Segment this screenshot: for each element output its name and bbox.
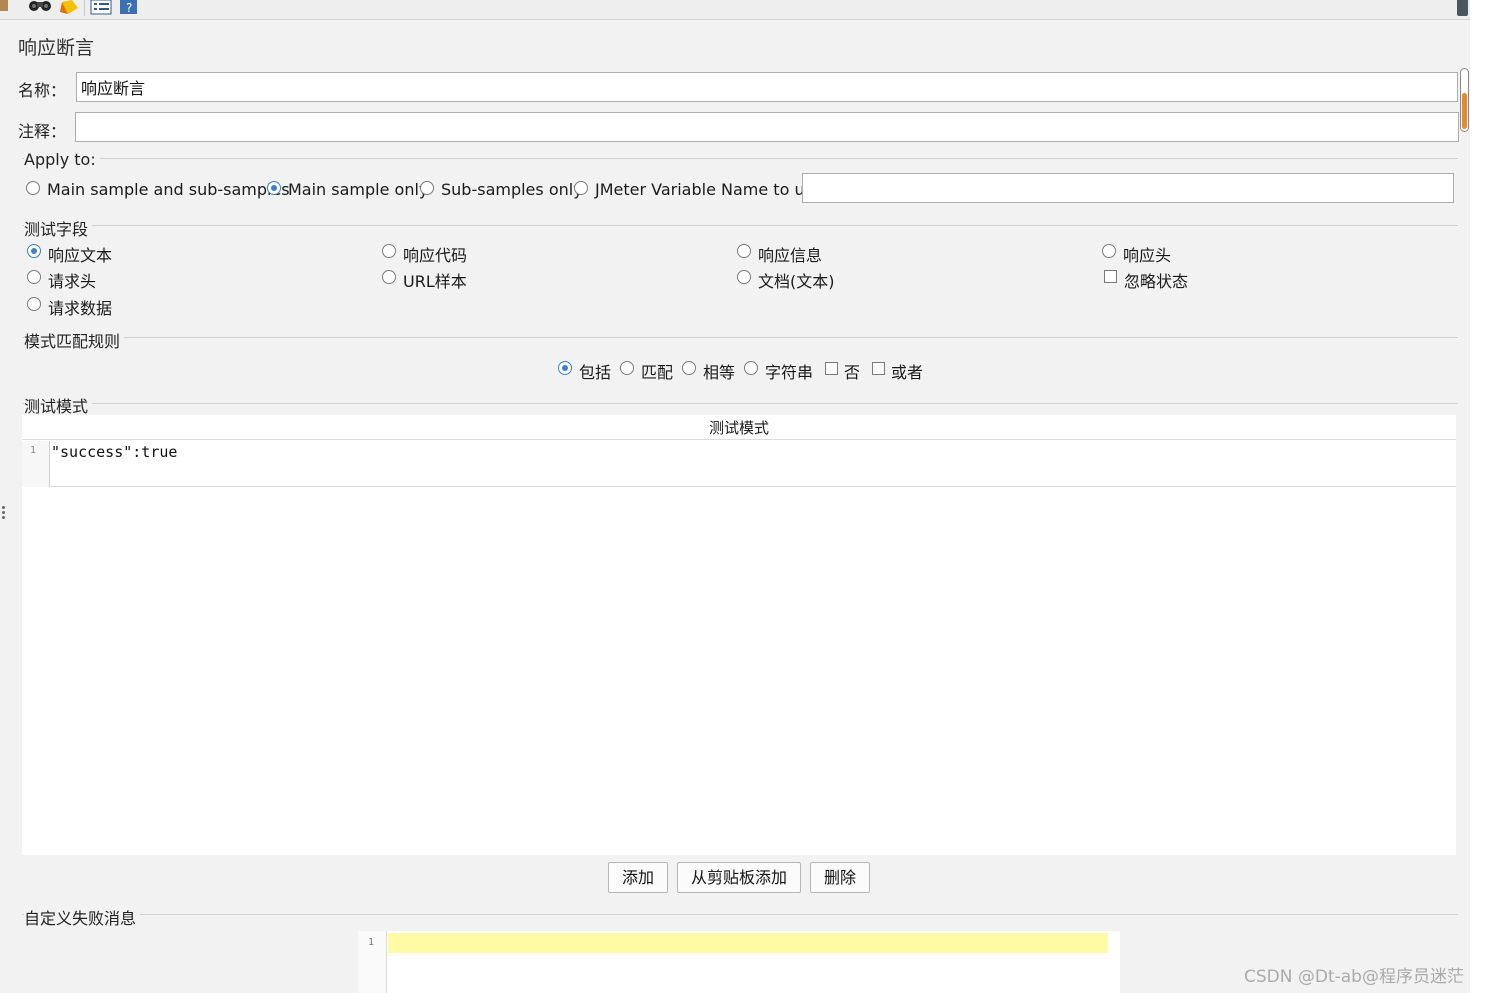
comment-label: 注释： (18, 122, 67, 141)
failure-message-editor[interactable]: 1 (358, 931, 1120, 993)
radio-substring[interactable] (744, 361, 758, 375)
radio-equals[interactable] (682, 361, 696, 375)
pattern-text[interactable]: "success":true (51, 443, 177, 461)
option-response-headers[interactable]: 响应头 (1123, 242, 1171, 266)
name-input[interactable] (77, 73, 1457, 101)
failure-message-gutter: 1 (358, 931, 387, 993)
jmeter-variable-input[interactable] (803, 174, 1453, 202)
splitter-handle[interactable] (2, 506, 5, 524)
test-field-title: 测试字段 (24, 216, 93, 240)
add-from-clipboard-button[interactable]: 从剪贴板添加 (677, 862, 801, 893)
option-ignore-status[interactable]: 忽略状态 (1124, 268, 1188, 292)
add-button[interactable]: 添加 (608, 862, 668, 893)
option-response-message[interactable]: 响应信息 (758, 242, 822, 266)
option-response-text[interactable]: 响应文本 (48, 242, 112, 266)
radio-main-and-sub-samples[interactable] (26, 181, 40, 195)
pattern-line-number: 1 (30, 445, 37, 456)
checkbox-not[interactable] (825, 362, 838, 375)
option-url-sampled[interactable]: URL样本 (403, 268, 467, 292)
radio-matches[interactable] (620, 361, 634, 375)
failure-message-current-line[interactable] (388, 933, 1108, 953)
help-icon[interactable]: ? (120, 0, 138, 15)
toolbar: ? (0, 0, 1470, 20)
option-sub-samples-only[interactable]: Sub-samples only (441, 180, 583, 199)
option-request-headers[interactable]: 请求头 (48, 268, 96, 292)
response-assertion-panel: ? 响应断言 名称： 注释： Apply to: Main sample and… (0, 0, 1470, 993)
window-corner-icon (1457, 0, 1468, 16)
patterns-divider (22, 403, 1458, 404)
test-field-divider (22, 225, 1458, 226)
radio-contains[interactable] (558, 361, 572, 375)
option-or[interactable]: 或者 (891, 359, 923, 383)
name-label: 名称： (18, 81, 67, 100)
failure-message-line-number: 1 (368, 937, 375, 948)
patterns-title: 测试模式 (24, 393, 93, 417)
match-rules-title: 模式匹配规则 (24, 328, 125, 352)
radio-request-headers[interactable] (27, 270, 41, 284)
scrollbar-thumb[interactable] (1462, 93, 1467, 129)
failure-message-title: 自定义失败消息 (24, 905, 141, 929)
option-response-code[interactable]: 响应代码 (403, 242, 467, 266)
apply-to-divider (22, 158, 1458, 159)
radio-url-sampled[interactable] (382, 270, 396, 284)
option-request-data[interactable]: 请求数据 (48, 295, 112, 319)
checkbox-ignore-status[interactable] (1104, 270, 1117, 283)
watermark: CSDN @Dt-ab@程序员迷茫 (1244, 967, 1464, 987)
pattern-editor[interactable]: "success":true (51, 441, 1456, 487)
option-main-and-sub-samples[interactable]: Main sample and sub-samples (47, 180, 290, 199)
patterns-table: 测试模式 1 "success":true (22, 415, 1456, 855)
svg-text:?: ? (126, 1, 132, 15)
option-jmeter-variable[interactable]: JMeter Variable Name to use (595, 180, 823, 199)
checkbox-or[interactable] (872, 362, 885, 375)
patterns-column-header[interactable]: 测试模式 (22, 415, 1456, 440)
radio-response-headers[interactable] (1102, 244, 1116, 258)
option-substring[interactable]: 字符串 (765, 359, 813, 383)
option-main-sample-only[interactable]: Main sample only (288, 180, 428, 199)
apply-to-title: Apply to: (24, 150, 100, 169)
comment-input[interactable] (76, 113, 1458, 141)
list-icon[interactable] (90, 0, 112, 15)
radio-main-sample-only[interactable] (267, 181, 281, 195)
page-title: 响应断言 (18, 37, 95, 59)
wrench-icon[interactable] (0, 0, 10, 15)
radio-document-text[interactable] (737, 270, 751, 284)
vertical-scrollbar[interactable] (1460, 68, 1469, 132)
jmeter-variable-field[interactable] (802, 173, 1454, 203)
match-rules-divider (22, 337, 1458, 338)
radio-response-code[interactable] (382, 244, 396, 258)
delete-button[interactable]: 删除 (810, 862, 870, 893)
comment-field[interactable] (75, 112, 1459, 142)
pattern-line-gutter: 1 (22, 441, 50, 487)
clear-broom-icon[interactable] (58, 0, 80, 15)
failure-message-divider (22, 914, 1458, 915)
option-matches[interactable]: 匹配 (641, 359, 673, 383)
toolbar-separator (84, 0, 85, 16)
option-document-text[interactable]: 文档(文本) (758, 268, 835, 292)
radio-jmeter-variable[interactable] (574, 181, 588, 195)
window-right-margin (1470, 0, 1486, 993)
option-not[interactable]: 否 (844, 359, 860, 383)
radio-request-data[interactable] (27, 297, 41, 311)
radio-response-message[interactable] (737, 244, 751, 258)
name-field[interactable] (76, 72, 1458, 102)
option-contains[interactable]: 包括 (579, 359, 611, 383)
radio-response-text[interactable] (27, 244, 41, 258)
option-equals[interactable]: 相等 (703, 359, 735, 383)
radio-sub-samples-only[interactable] (420, 181, 434, 195)
binoculars-icon[interactable] (28, 0, 52, 15)
